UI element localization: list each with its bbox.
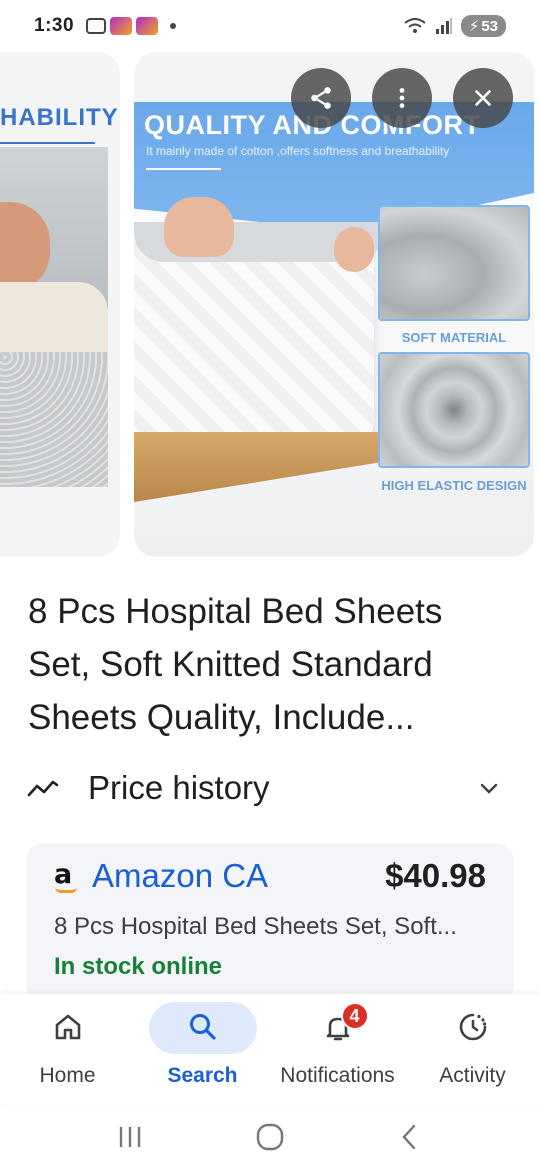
- hand-illustration: [164, 197, 234, 257]
- back-icon: [402, 1124, 416, 1150]
- soft-material-swatch: [378, 205, 530, 321]
- trend-line-icon: [27, 780, 59, 797]
- nav-notifications-label: Notifications: [280, 1064, 395, 1087]
- activity-icon: [456, 1010, 490, 1044]
- elastic-design-label: HIGH ELASTIC DESIGN: [381, 478, 527, 493]
- ad-subline: It mainly made of cotton ,offers softnes…: [146, 144, 450, 158]
- status-bar: 1:30 ⚡ 53: [0, 0, 540, 52]
- amazon-logo-icon: a: [54, 859, 80, 893]
- bell-icon: 4: [321, 1002, 369, 1044]
- status-time: 1:30: [34, 15, 75, 36]
- home-circle-icon: [256, 1123, 284, 1151]
- back-button[interactable]: [390, 1117, 430, 1157]
- merchant-name[interactable]: Amazon CA: [92, 857, 268, 895]
- battery-level: 53: [481, 17, 498, 35]
- main-product-image[interactable]: QUALITY AND COMFORT It mainly made of co…: [134, 52, 534, 557]
- amazon-logo-letter: a: [54, 859, 73, 890]
- nav-activity-label: Activity: [439, 1064, 506, 1087]
- product-ad-image: QUALITY AND COMFORT It mainly made of co…: [134, 102, 534, 555]
- offer-price: $40.98: [385, 857, 486, 894]
- wifi-icon: [404, 18, 426, 33]
- close-button[interactable]: [453, 68, 513, 128]
- previous-image-underline: [0, 142, 95, 144]
- image-carousel[interactable]: HABILITY QUALITY AND COMFORT It mainly m…: [0, 52, 540, 557]
- previous-image-card[interactable]: HABILITY: [0, 52, 120, 557]
- status-notification-icons: [86, 17, 177, 35]
- previous-image-shirt: [0, 282, 108, 362]
- chevron-down-icon: [480, 783, 498, 794]
- nav-home[interactable]: Home: [0, 994, 135, 1104]
- price-history-label: Price history: [88, 769, 270, 806]
- stock-status: In stock online: [54, 953, 223, 980]
- bottom-navigation: Home Search 4 Notifications Activity: [0, 994, 540, 1104]
- screenshot-icon: [86, 18, 107, 34]
- product-title[interactable]: 8 Pcs Hospital Bed Sheets Set, Soft Knit…: [28, 585, 512, 744]
- recents-button[interactable]: [110, 1117, 150, 1157]
- charging-icon: ⚡: [468, 18, 480, 35]
- home-icon: [51, 1010, 85, 1044]
- ad-divider: [146, 168, 221, 170]
- previous-image-blanket: [0, 352, 108, 487]
- nav-notifications[interactable]: 4 Notifications: [270, 994, 405, 1104]
- nav-activity[interactable]: Activity: [405, 994, 540, 1104]
- elastic-design-swatch: [378, 352, 530, 468]
- bedframe-illustration: [134, 432, 394, 502]
- hand-illustration: [334, 227, 374, 272]
- status-right: ⚡ 53: [403, 15, 506, 37]
- app-notification-icon: [110, 17, 133, 35]
- search-icon: [186, 1010, 220, 1044]
- system-navigation-bar: [0, 1104, 540, 1170]
- app-notification-icon: [136, 17, 159, 35]
- offer-description: 8 Pcs Hospital Bed Sheets Set, Soft...: [54, 913, 457, 940]
- share-button[interactable]: [291, 68, 351, 128]
- signal-icon: [435, 18, 452, 34]
- merchant-row: a Amazon CA $40.98: [54, 857, 486, 895]
- more-vert-icon: [399, 88, 405, 108]
- offer-card[interactable]: a Amazon CA $40.98 8 Pcs Hospital Bed Sh…: [26, 843, 514, 1003]
- previous-image-text: HABILITY: [0, 104, 119, 131]
- mattress-illustration: [134, 242, 374, 442]
- amazon-smile: [55, 887, 77, 893]
- more-notifications-dot: [170, 23, 177, 29]
- recents-icon: [119, 1127, 141, 1147]
- price-history-toggle[interactable]: Price history: [26, 760, 514, 816]
- notification-badge: 4: [340, 1002, 369, 1030]
- soft-material-label: SOFT MATERIAL: [401, 330, 507, 345]
- nav-search-label: Search: [167, 1064, 238, 1087]
- more-options-button[interactable]: [372, 68, 432, 128]
- share-icon: [311, 87, 331, 109]
- close-icon: [475, 90, 491, 106]
- battery-indicator: ⚡ 53: [460, 15, 506, 37]
- nav-search[interactable]: Search: [135, 994, 270, 1104]
- nav-home-label: Home: [39, 1064, 96, 1087]
- home-system-button[interactable]: [250, 1117, 290, 1157]
